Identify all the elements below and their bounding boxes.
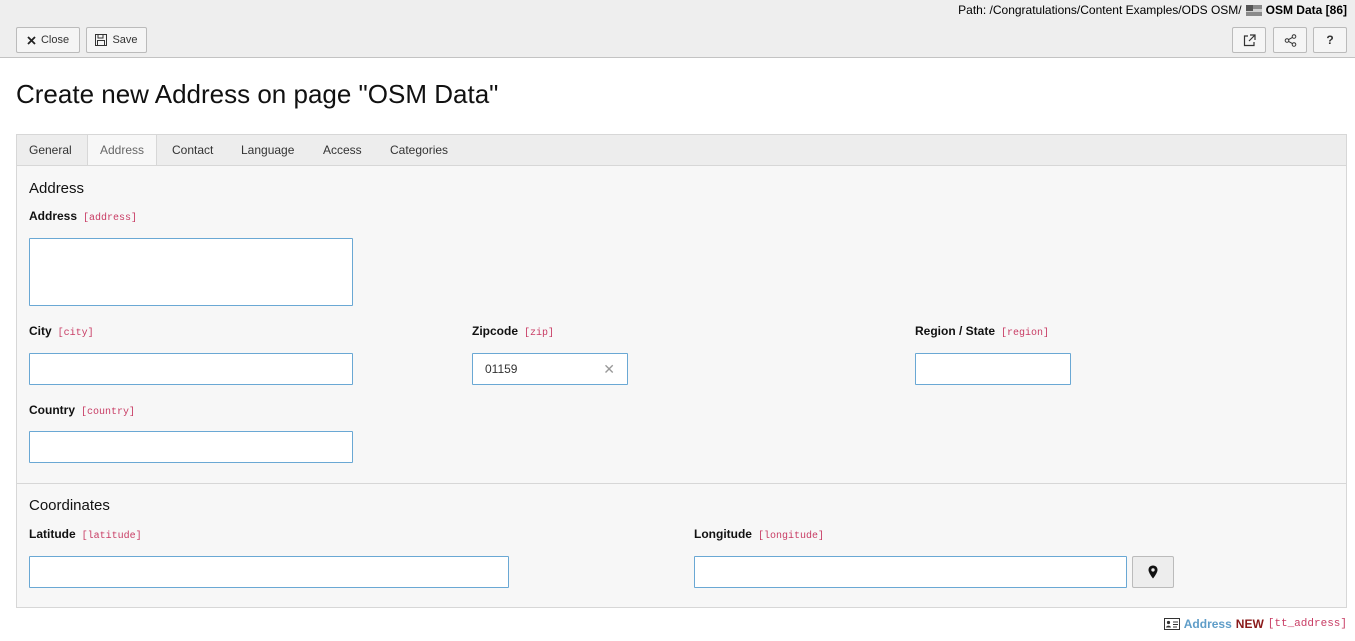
help-button[interactable]: ? bbox=[1313, 27, 1347, 53]
tab-language[interactable]: Language bbox=[229, 135, 306, 166]
map-pin-icon bbox=[1148, 565, 1158, 579]
save-icon bbox=[95, 34, 108, 46]
tab-bar: General Address Contact Language Access … bbox=[16, 134, 1347, 167]
save-button-label: Save bbox=[112, 34, 138, 46]
record-table-name[interactable]: Address bbox=[1184, 617, 1232, 631]
tab-contact[interactable]: Contact bbox=[160, 135, 225, 166]
page-path-title: OSM Data [86] bbox=[1265, 3, 1347, 17]
zip-field-code: [zip] bbox=[524, 328, 555, 339]
save-button[interactable]: Save bbox=[86, 27, 147, 53]
section-title-address: Address bbox=[29, 180, 85, 197]
clear-icon[interactable]: ✕ bbox=[603, 362, 615, 376]
tab-panel-address: Address Address [address] City [city] Zipc… bbox=[16, 165, 1347, 608]
section-divider bbox=[17, 483, 1346, 484]
city-label-text: City bbox=[29, 324, 52, 338]
address-label: Address [address] bbox=[29, 209, 137, 224]
longitude-label: Longitude [longitude] bbox=[694, 527, 824, 542]
longitude-input[interactable] bbox=[694, 556, 1127, 588]
address-field-code: [address] bbox=[83, 213, 138, 224]
country-label: Country [country] bbox=[29, 403, 135, 418]
address-textarea[interactable] bbox=[29, 238, 353, 306]
tab-categories[interactable]: Categories bbox=[378, 135, 460, 166]
record-status-badge: NEW bbox=[1235, 617, 1264, 631]
latitude-label-text: Latitude bbox=[29, 527, 76, 541]
section-title-coordinates: Coordinates bbox=[29, 497, 110, 514]
docheader: Path: /Congratulations/Content Examples/… bbox=[0, 0, 1355, 58]
share-button[interactable] bbox=[1273, 27, 1307, 53]
close-button[interactable]: Close bbox=[16, 27, 80, 53]
region-input[interactable] bbox=[915, 353, 1071, 385]
latitude-field-code: [latitude] bbox=[81, 531, 142, 542]
close-icon bbox=[27, 35, 36, 45]
map-picker-button[interactable] bbox=[1132, 556, 1174, 588]
record-table-code: [tt_address] bbox=[1267, 618, 1347, 630]
zip-input-value: 01159 bbox=[485, 362, 518, 376]
region-label: Region / State [region] bbox=[915, 324, 1049, 339]
latitude-input[interactable] bbox=[29, 556, 509, 588]
help-icon: ? bbox=[1326, 33, 1334, 47]
city-input[interactable] bbox=[29, 353, 353, 385]
flag-icon bbox=[1245, 4, 1262, 16]
close-button-label: Close bbox=[40, 34, 70, 46]
tab-access[interactable]: Access bbox=[311, 135, 374, 166]
country-input[interactable] bbox=[29, 431, 353, 463]
record-icon bbox=[1163, 618, 1180, 630]
breadcrumb: Path: /Congratulations/Content Examples/… bbox=[958, 3, 1347, 17]
path-label: Path: /Congratulations/Content Examples/… bbox=[958, 3, 1242, 17]
open-new-window-icon bbox=[1243, 33, 1256, 46]
tab-address[interactable]: Address bbox=[87, 134, 158, 167]
zip-input[interactable]: 01159 ✕ bbox=[472, 353, 628, 385]
zip-label-text: Zipcode bbox=[472, 324, 519, 338]
latitude-label: Latitude [latitude] bbox=[29, 527, 142, 542]
address-label-text: Address bbox=[29, 209, 78, 223]
record-info: Address NEW [tt_address] bbox=[1163, 617, 1347, 631]
open-new-window-button[interactable] bbox=[1232, 27, 1266, 53]
region-field-code: [region] bbox=[1001, 328, 1050, 339]
longitude-label-text: Longitude bbox=[694, 527, 752, 541]
city-field-code: [city] bbox=[57, 328, 94, 339]
city-label: City [city] bbox=[29, 324, 94, 339]
zip-label: Zipcode [zip] bbox=[472, 324, 554, 339]
longitude-field-code: [longitude] bbox=[757, 531, 824, 542]
page-title: Create new Address on page "OSM Data" bbox=[16, 79, 499, 109]
region-label-text: Region / State bbox=[915, 324, 996, 338]
country-field-code: [country] bbox=[81, 407, 136, 418]
share-icon bbox=[1284, 33, 1296, 47]
tab-general[interactable]: General bbox=[17, 135, 84, 166]
country-label-text: Country bbox=[29, 403, 75, 417]
